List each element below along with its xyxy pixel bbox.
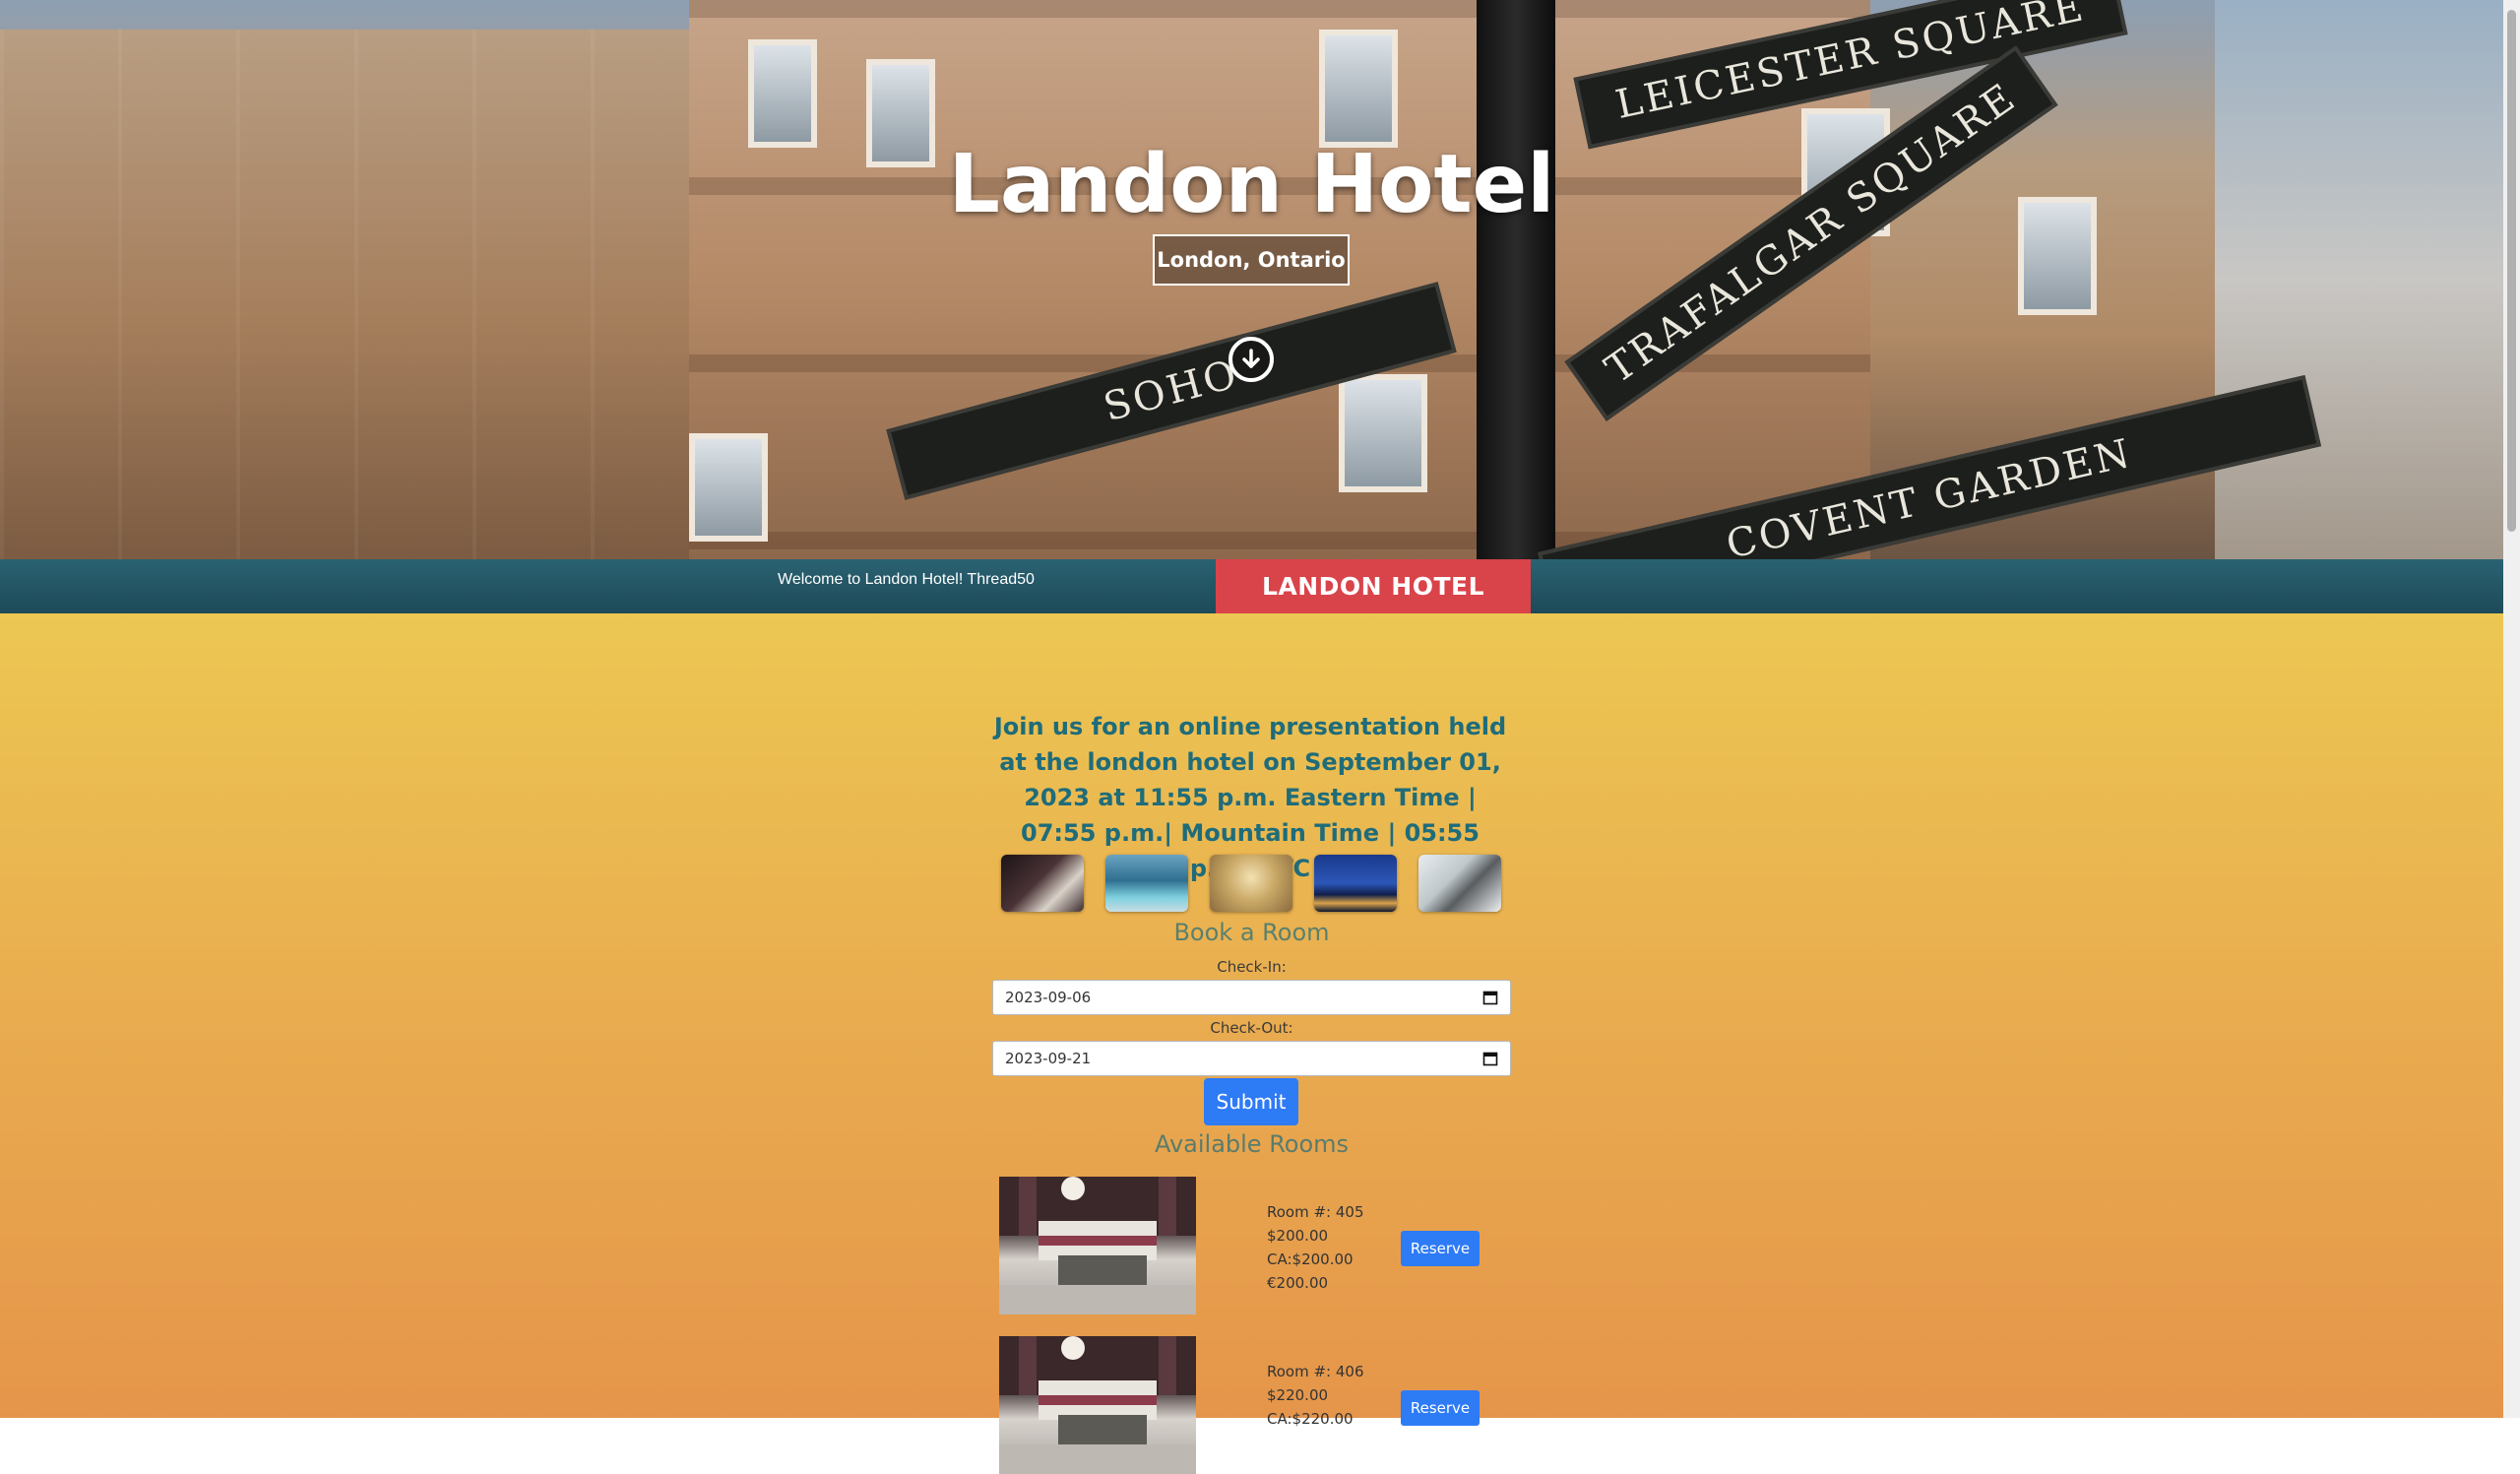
facade-window [689, 433, 768, 542]
room-photo-illustration [999, 1177, 1196, 1314]
page-scrollbar[interactable] [2503, 0, 2520, 1418]
price-usd: $200.00 [1267, 1227, 1329, 1245]
room-thumbnail[interactable] [1001, 855, 1084, 912]
calendar-icon[interactable] [1482, 990, 1498, 1005]
reserve-button[interactable]: Reserve [1401, 1231, 1480, 1266]
submit-button[interactable]: Submit [1204, 1078, 1298, 1125]
facade-window [1319, 30, 1398, 148]
brand-button[interactable]: LANDON HOTEL [1216, 559, 1531, 613]
welcome-message: Welcome to Landon Hotel! Thread50 [778, 571, 1035, 588]
scrollbar-thumb[interactable] [2507, 10, 2516, 532]
calendar-icon[interactable] [1482, 1051, 1498, 1066]
hotel-title: Landon Hotel [948, 138, 1555, 231]
price-cad: CA:$200.00 [1267, 1250, 1354, 1268]
wedding-thumbnail[interactable] [1418, 855, 1501, 912]
check-in-date-input[interactable]: 2023-09-06 [992, 980, 1511, 1015]
signpost-pole [1477, 0, 1555, 559]
room-photo-illustration [999, 1336, 1196, 1474]
location-badge: London, Ontario [1153, 234, 1350, 286]
check-out-label: Check-Out: [1210, 1019, 1293, 1037]
check-in-label: Check-In: [1217, 958, 1287, 976]
hero-banner: LEICESTER SQUARE TRAFALGAR SQUARE SOHO C… [0, 0, 2503, 559]
room-photo [999, 1336, 1196, 1474]
check-out-value: 2023-09-21 [1005, 1050, 1092, 1067]
room-details: Room #: 406 $220.00 CA:$220.00 [1267, 1360, 1364, 1431]
price-eur: €200.00 [1267, 1274, 1329, 1292]
lobby-thumbnail[interactable] [1210, 855, 1292, 912]
city-night-thumbnail[interactable] [1314, 855, 1397, 912]
room-photo [999, 1177, 1196, 1314]
hero-sky [2215, 0, 2503, 559]
facade-window [748, 39, 817, 148]
arrow-down-icon [1242, 349, 1260, 368]
available-rooms-heading: Available Rooms [1154, 1130, 1350, 1158]
scroll-down-button[interactable] [1228, 337, 1274, 382]
check-in-value: 2023-09-06 [1005, 989, 1092, 1006]
room-number: Room #: 405 [1267, 1203, 1364, 1221]
photo-gallery [1001, 855, 1503, 914]
room-number: Room #: 406 [1267, 1363, 1364, 1380]
check-out-date-input[interactable]: 2023-09-21 [992, 1041, 1511, 1076]
price-usd: $220.00 [1267, 1386, 1329, 1404]
price-cad: CA:$220.00 [1267, 1410, 1354, 1428]
reserve-button[interactable]: Reserve [1401, 1390, 1480, 1426]
room-details: Room #: 405 $200.00 CA:$200.00 €200.00 [1267, 1200, 1364, 1295]
pool-thumbnail[interactable] [1105, 855, 1188, 912]
book-room-heading: Book a Room [1173, 919, 1330, 946]
facade-window [1339, 374, 1427, 492]
